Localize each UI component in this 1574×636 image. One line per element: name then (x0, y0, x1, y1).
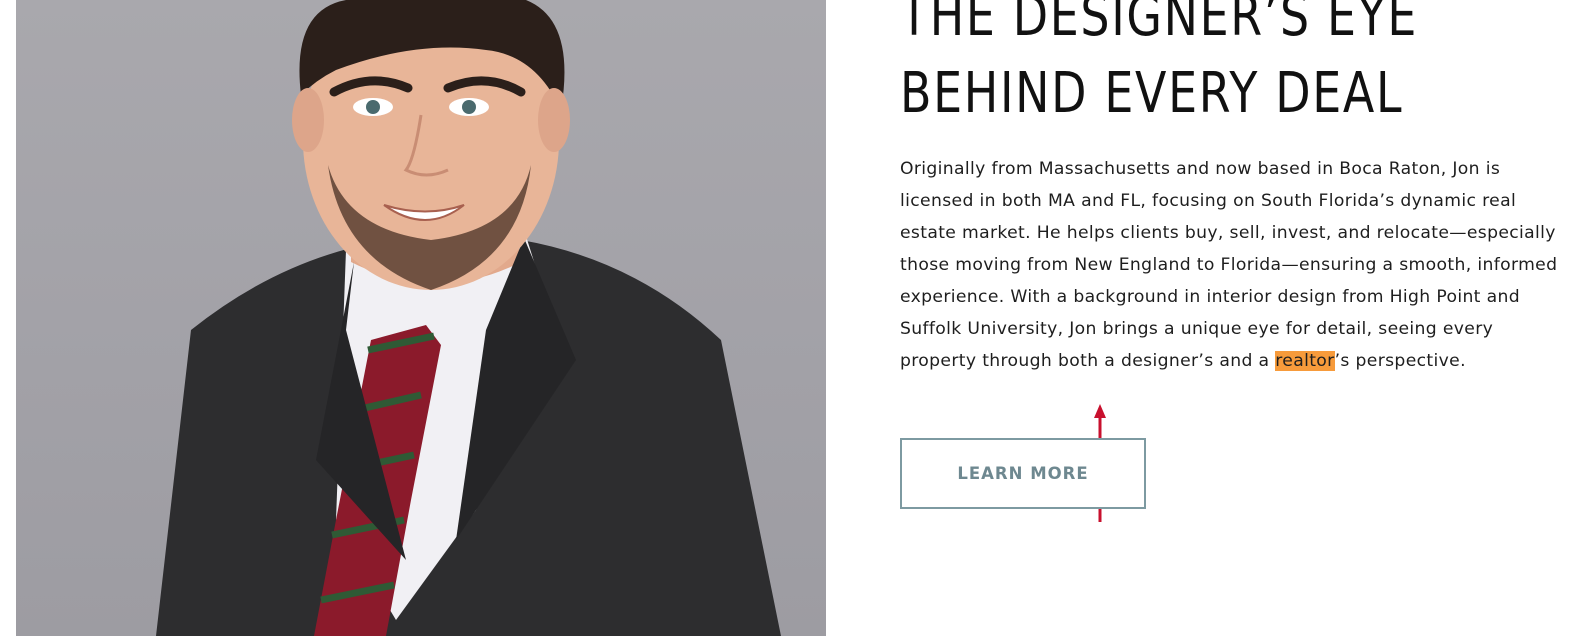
bio-paragraph: Originally from Massachusetts and now ba… (900, 153, 1560, 377)
headline-line-2: BEHIND EVERY DEAL (900, 61, 1404, 126)
highlighted-word: realtor (1275, 351, 1335, 371)
bio-text-start: Originally from Massachusetts and now ba… (900, 159, 1558, 371)
learn-more-button[interactable]: LEARN MORE (900, 438, 1146, 509)
bio-text-end: ’s perspective. (1334, 351, 1466, 371)
section-headline: THE DESIGNER’S EYE BEHIND EVERY DEAL (900, 0, 1418, 132)
portrait-illustration (156, 0, 781, 636)
headline-line-1: THE DESIGNER’S EYE (900, 0, 1419, 49)
agent-portrait-photo (16, 0, 826, 636)
